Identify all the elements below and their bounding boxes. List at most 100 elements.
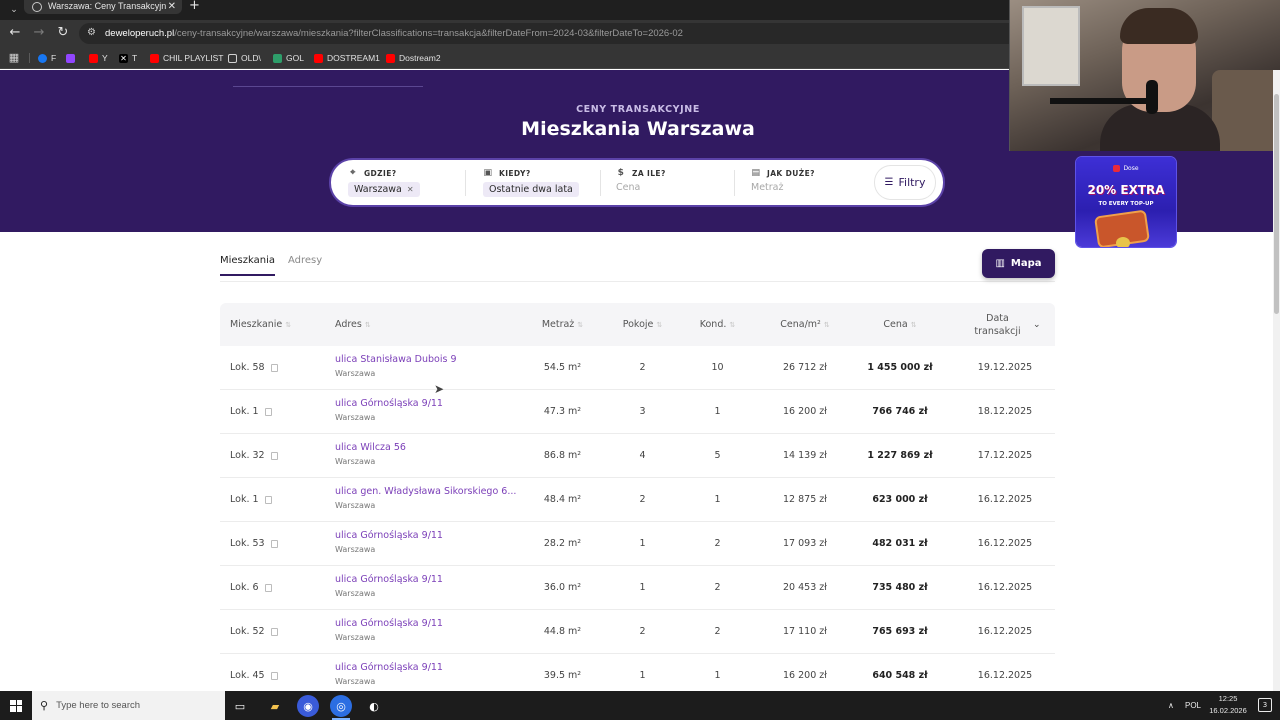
- bookmark-dostream2[interactable]: Dostream2: [386, 47, 441, 69]
- date-range-chip[interactable]: Ostatnie dwa lata: [483, 182, 579, 197]
- tab-adresy[interactable]: Adresy: [288, 254, 322, 282]
- scrollbar-thumb[interactable]: [1274, 94, 1279, 314]
- address-link[interactable]: ulica Górnośląska 9/11: [335, 662, 520, 673]
- table-row[interactable]: Lok. 58 ulica Stanisława Dubois 9 Warsza…: [220, 346, 1055, 390]
- when-label: ▣ KIEDY?: [483, 168, 531, 178]
- tab-close-icon[interactable]: ✕: [168, 0, 176, 13]
- browser-tab-active[interactable]: Warszawa: Ceny Transakcyjne M ✕: [24, 0, 182, 14]
- when-field[interactable]: ▣ KIEDY? Ostatnie dwa lata: [483, 168, 603, 198]
- address-link[interactable]: ulica Wilcza 56: [335, 442, 520, 453]
- table-row[interactable]: Lok. 1 ulica Górnośląska 9/11 Warszawa 4…: [220, 390, 1055, 434]
- price-cell: 766 746 zł: [872, 406, 928, 417]
- col-data-transakcji[interactable]: Data transakcji: [960, 303, 1035, 346]
- address-link[interactable]: ulica Stanisława Dubois 9: [335, 354, 520, 365]
- unit-label: Lok. 32: [230, 450, 265, 461]
- tab-search-chevron-icon[interactable]: ⌄: [6, 2, 22, 18]
- back-arrow-icon[interactable]: ←: [7, 25, 23, 41]
- col-adres[interactable]: Adres ⇅: [335, 303, 485, 346]
- location-pin-icon: ⌖: [350, 168, 356, 178]
- col-cena[interactable]: Cena ⇅: [855, 303, 945, 346]
- sort-icon: ⇅: [285, 320, 292, 329]
- unit-label: Lok. 45: [230, 670, 265, 681]
- url-text[interactable]: deweloperuch.pl/ceny-transakcyjne/warsza…: [105, 23, 683, 44]
- address-link[interactable]: ulica Górnośląska 9/11: [335, 618, 520, 629]
- copy-icon[interactable]: [270, 363, 278, 372]
- bookmark-folder-old[interactable]: OLD\: [228, 47, 261, 69]
- reload-icon[interactable]: ↻: [55, 25, 71, 41]
- bookmark-facebook[interactable]: F: [38, 47, 56, 69]
- col-metraz[interactable]: Metraż ⇅: [520, 303, 605, 346]
- copy-icon[interactable]: [264, 495, 272, 504]
- col-mieszkanie[interactable]: Mieszkanie ⇅: [230, 303, 325, 346]
- address-link[interactable]: ulica Górnośląska 9/11: [335, 530, 520, 541]
- dollar-icon: $: [617, 168, 625, 178]
- copy-icon[interactable]: [264, 583, 272, 592]
- price-field[interactable]: $ ZA ILE? Cena: [616, 168, 734, 198]
- language-indicator[interactable]: POL: [1185, 691, 1201, 720]
- obs-icon[interactable]: ◐: [363, 695, 385, 717]
- sponsor-ad[interactable]: Dose 20% EXTRA TO EVERY TOP-UP: [1076, 157, 1176, 247]
- youtube-icon: [89, 53, 98, 63]
- table-row[interactable]: Lok. 53 ulica Górnośląska 9/11 Warszawa …: [220, 522, 1055, 566]
- copy-icon[interactable]: [270, 627, 278, 636]
- table-row[interactable]: Lok. 32 ulica Wilcza 56 Warszawa 86.8 m²…: [220, 434, 1055, 478]
- chrome-icon[interactable]: ◎: [330, 695, 352, 717]
- floor-cell: 2: [714, 582, 721, 593]
- col-label: Cena/m²: [780, 319, 821, 330]
- unit-cell: Lok. 6: [230, 566, 330, 609]
- map-button[interactable]: ▥ Mapa: [982, 249, 1055, 278]
- date-cell: 18.12.2025: [977, 406, 1033, 417]
- page-scrollbar[interactable]: [1273, 70, 1280, 691]
- forward-arrow-icon[interactable]: →: [31, 25, 47, 41]
- col-label: Adres: [335, 319, 362, 330]
- rooms-cell: 1: [639, 582, 646, 593]
- apps-grid-icon[interactable]: ▦: [8, 52, 20, 64]
- copy-icon[interactable]: [270, 539, 278, 548]
- discord-icon[interactable]: ◉: [297, 695, 319, 717]
- taskbar-search[interactable]: ⚲ Type here to search: [32, 691, 225, 720]
- rooms-cell: 2: [639, 626, 646, 637]
- new-tab-button[interactable]: +: [189, 0, 200, 12]
- table-row[interactable]: Lok. 6 ulica Górnośląska 9/11 Warszawa 3…: [220, 566, 1055, 610]
- filters-button[interactable]: ☰ Filtry: [875, 166, 935, 199]
- col-kond[interactable]: Kond. ⇅: [680, 303, 755, 346]
- bookmark-chil-playlist[interactable]: CHIL PLAYLIST: [150, 47, 223, 69]
- col-pokoje[interactable]: Pokoje ⇅: [605, 303, 680, 346]
- tray-chevron-icon[interactable]: ∧: [1168, 691, 1174, 720]
- table-row[interactable]: Lok. 1 ulica gen. Władysława Sikorskiego…: [220, 478, 1055, 522]
- bookmark-youtube[interactable]: Y: [89, 47, 108, 69]
- col-cena-m2[interactable]: Cena/m² ⇅: [755, 303, 855, 346]
- field-divider: [465, 170, 466, 196]
- system-clock[interactable]: 12:25 16.02.2026: [1203, 693, 1253, 717]
- unit-cell: Lok. 32: [230, 434, 330, 477]
- microphone-arm: [1050, 98, 1150, 104]
- bookmark-gol[interactable]: GOL: [273, 47, 304, 69]
- where-field[interactable]: ⌖ GDZIE? Warszawa ✕: [348, 168, 466, 198]
- site-info-icon[interactable]: ⚙: [87, 27, 96, 38]
- remove-chip-icon[interactable]: ✕: [407, 185, 414, 194]
- bookmark-dostream1[interactable]: DOSTREAM1: [314, 47, 380, 69]
- size-field[interactable]: ▤ JAK DUŻE? Metraż: [751, 168, 869, 198]
- location-chip[interactable]: Warszawa ✕: [348, 182, 420, 197]
- notifications-icon[interactable]: 3: [1258, 698, 1272, 712]
- sort-desc-chevron-icon[interactable]: ⌄: [1033, 303, 1047, 346]
- table-row[interactable]: Lok. 52 ulica Górnośląska 9/11 Warszawa …: [220, 610, 1055, 654]
- task-view-icon[interactable]: ▭: [229, 695, 251, 717]
- address-bar[interactable]: ⚙ deweloperuch.pl/ceny-transakcyjne/wars…: [79, 23, 1019, 44]
- address-link[interactable]: ulica Górnośląska 9/11: [335, 574, 520, 585]
- area-cell: 36.0 m²: [543, 582, 582, 593]
- address-link[interactable]: ulica Górnośląska 9/11: [335, 398, 520, 409]
- bookmark-x[interactable]: ✕ T: [119, 47, 137, 69]
- copy-icon[interactable]: [270, 671, 278, 680]
- address-link[interactable]: ulica gen. Władysława Sikorskiego 6...: [335, 486, 520, 497]
- copy-icon[interactable]: [270, 451, 278, 460]
- bookmark-twitch[interactable]: [66, 47, 79, 69]
- view-tabs: Mieszkania Adresy: [220, 254, 1055, 282]
- brand-logo-icon: [1113, 165, 1121, 172]
- copy-icon[interactable]: [264, 407, 272, 416]
- start-button[interactable]: [0, 691, 32, 720]
- tab-mieszkania[interactable]: Mieszkania: [220, 254, 276, 276]
- calendar-icon: ▣: [483, 168, 493, 178]
- file-explorer-icon[interactable]: ▰: [264, 695, 286, 717]
- tab-title: Warszawa: Ceny Transakcyjne M: [48, 1, 166, 11]
